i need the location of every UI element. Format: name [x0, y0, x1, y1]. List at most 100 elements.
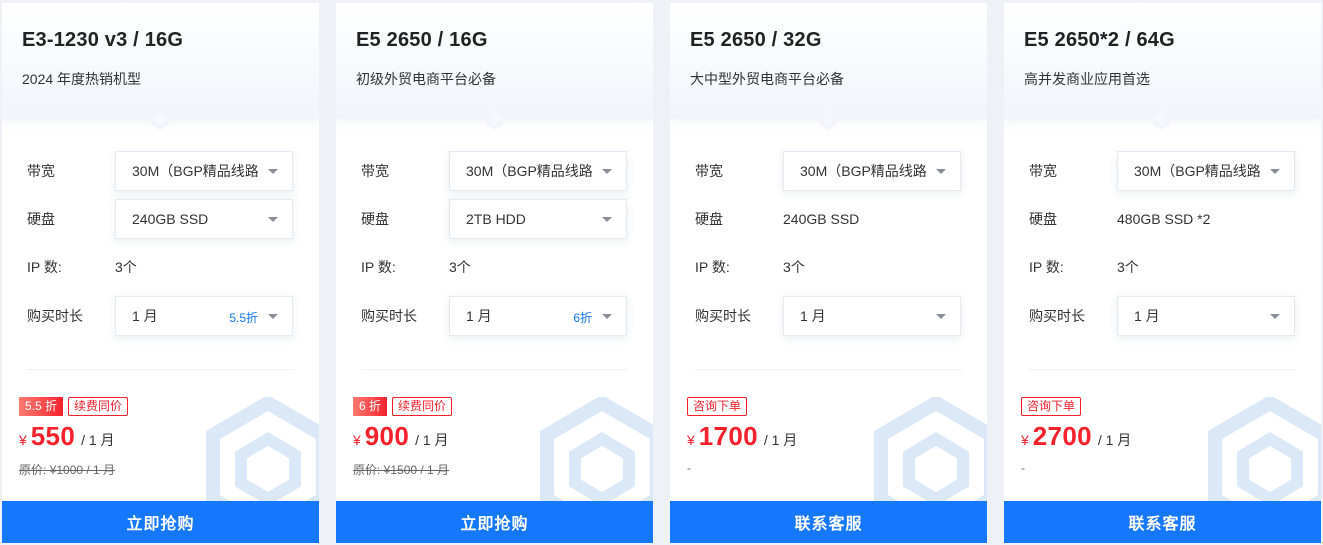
price-unit: / 1 月 — [763, 432, 798, 448]
bandwidth-select[interactable]: 30M（BGP精品线路） — [783, 151, 961, 191]
ip-row: IP 数: 3个 — [695, 247, 805, 287]
bandwidth-row: 带宽 30M（BGP精品线路） — [1029, 151, 1295, 191]
price-amount: 550 — [30, 421, 76, 451]
bandwidth-label: 带宽 — [27, 163, 55, 179]
bandwidth-label: 带宽 — [361, 163, 389, 179]
price: ¥ 1700 / 1 月 — [687, 421, 797, 452]
disk-select[interactable]: 240GB SSD — [115, 199, 293, 239]
ip-value: 3个 — [115, 259, 137, 275]
chevron-down-icon — [936, 314, 946, 319]
header-notch — [485, 110, 503, 128]
chevron-down-icon — [602, 217, 612, 222]
duration-row: 购买时长 1 月 — [1029, 296, 1295, 336]
bandwidth-row: 带宽 30M（BGP精品线路） — [361, 151, 627, 191]
duration-value: 1 月 — [466, 308, 492, 324]
consult-tag: 咨询下单 — [1021, 397, 1082, 416]
server-card-e5-2650-32g: E5 2650 / 32G 大中型外贸电商平台必备 带宽 30M（BGP精品线路… — [670, 3, 987, 543]
duration-select[interactable]: 1 月 5.5折 — [115, 296, 293, 336]
bandwidth-select[interactable]: 30M（BGP精品线路） — [115, 151, 293, 191]
duration-label: 购买时长 — [361, 308, 417, 324]
disk-value: 2TB HDD — [466, 211, 526, 227]
card-title: E3-1230 v3 / 16G — [22, 29, 184, 51]
bandwidth-label: 带宽 — [695, 163, 723, 179]
renewal-tag: 续费同价 — [392, 397, 453, 416]
server-card-e5-2650-16g: E5 2650 / 16G 初级外贸电商平台必备 带宽 30M（BGP精品线路）… — [336, 3, 653, 543]
bandwidth-value: 30M（BGP精品线路） — [1134, 163, 1260, 179]
disk-row: 硬盘 240GB SSD — [27, 199, 293, 239]
discount-tag: 5.5 折 — [19, 397, 64, 416]
price-amount: 900 — [364, 421, 410, 451]
header-notch — [819, 110, 837, 128]
disk-select[interactable]: 2TB HDD — [449, 199, 627, 239]
card-title: E5 2650*2 / 64G — [1024, 29, 1175, 51]
price-unit: / 1 月 — [81, 432, 115, 448]
chevron-down-icon — [268, 314, 278, 319]
ip-label: IP 数: — [695, 259, 730, 275]
price-tags: 5.5 折 续费同价 — [19, 397, 129, 416]
divider — [27, 369, 294, 370]
bandwidth-row: 带宽 30M（BGP精品线路） — [695, 151, 961, 191]
disk-value: 240GB SSD — [783, 211, 860, 227]
price-unit: / 1 月 — [415, 432, 449, 448]
disk-label: 硬盘 — [361, 211, 389, 227]
price-unit: / 1 月 — [1097, 432, 1132, 448]
ip-row: IP 数: 3个 — [27, 247, 137, 287]
divider — [695, 369, 962, 370]
duration-select[interactable]: 1 月 — [1117, 296, 1295, 336]
chevron-down-icon — [268, 217, 278, 222]
ip-label: IP 数: — [27, 259, 62, 275]
card-header: E5 2650 / 32G 大中型外贸电商平台必备 — [670, 3, 987, 128]
disk-row: 硬盘 2TB HDD — [361, 199, 627, 239]
original-price: 原价: ¥1500 / 1 月 — [353, 463, 450, 477]
duration-value: 1 月 — [1134, 308, 1160, 324]
bandwidth-select[interactable]: 30M（BGP精品线路） — [449, 151, 627, 191]
duration-row: 购买时长 1 月 5.5折 — [27, 296, 293, 336]
server-card-e3-1230: E3-1230 v3 / 16G 2024 年度热销机型 带宽 30M（BGP精… — [2, 3, 319, 543]
renewal-tag: 续费同价 — [68, 397, 129, 416]
chevron-down-icon — [268, 169, 278, 174]
disk-value: 480GB SSD *2 — [1117, 211, 1211, 227]
price-tags: 咨询下单 — [687, 397, 748, 416]
discount-tag: 6 折 — [353, 397, 388, 416]
duration-select[interactable]: 1 月 — [783, 296, 961, 336]
header-notch — [151, 110, 169, 128]
buy-now-button[interactable]: 立即抢购 — [336, 501, 653, 543]
ip-row: IP 数: 3个 — [1029, 247, 1139, 287]
disk-row: 硬盘 240GB SSD — [695, 199, 859, 239]
original-price: - — [1021, 461, 1025, 475]
original-price: - — [687, 461, 691, 475]
duration-row: 购买时长 1 月 — [695, 296, 961, 336]
card-subtitle: 高并发商业应用首选 — [1024, 71, 1150, 87]
duration-label: 购买时长 — [27, 308, 83, 324]
card-header: E5 2650*2 / 64G 高并发商业应用首选 — [1004, 3, 1321, 128]
disk-label: 硬盘 — [1029, 211, 1057, 227]
contact-support-button[interactable]: 联系客服 — [670, 501, 987, 543]
bandwidth-value: 30M（BGP精品线路） — [132, 163, 258, 179]
card-subtitle: 初级外贸电商平台必备 — [356, 71, 496, 87]
consult-tag: 咨询下单 — [687, 397, 748, 416]
price-amount: 2700 — [1032, 421, 1092, 451]
disk-value: 240GB SSD — [132, 211, 209, 227]
ip-row: IP 数: 3个 — [361, 247, 471, 287]
price-amount: 1700 — [698, 421, 758, 451]
ip-value: 3个 — [783, 259, 805, 275]
currency-symbol: ¥ — [1021, 432, 1029, 448]
chevron-down-icon — [602, 169, 612, 174]
price: ¥ 900 / 1 月 — [353, 421, 449, 452]
duration-label: 购买时长 — [1029, 308, 1085, 324]
disk-label: 硬盘 — [695, 211, 723, 227]
card-title: E5 2650 / 16G — [356, 29, 488, 51]
ip-value: 3个 — [449, 259, 471, 275]
disk-label: 硬盘 — [27, 211, 55, 227]
price: ¥ 550 / 1 月 — [19, 421, 115, 452]
currency-symbol: ¥ — [353, 432, 361, 448]
currency-symbol: ¥ — [19, 432, 27, 448]
card-title: E5 2650 / 32G — [690, 29, 822, 51]
card-subtitle: 2024 年度热销机型 — [22, 71, 142, 87]
contact-support-button[interactable]: 联系客服 — [1004, 501, 1321, 543]
card-subtitle: 大中型外贸电商平台必备 — [690, 71, 844, 87]
duration-select[interactable]: 1 月 6折 — [449, 296, 627, 336]
bandwidth-select[interactable]: 30M（BGP精品线路） — [1117, 151, 1295, 191]
buy-now-button[interactable]: 立即抢购 — [2, 501, 319, 543]
divider — [1029, 369, 1296, 370]
